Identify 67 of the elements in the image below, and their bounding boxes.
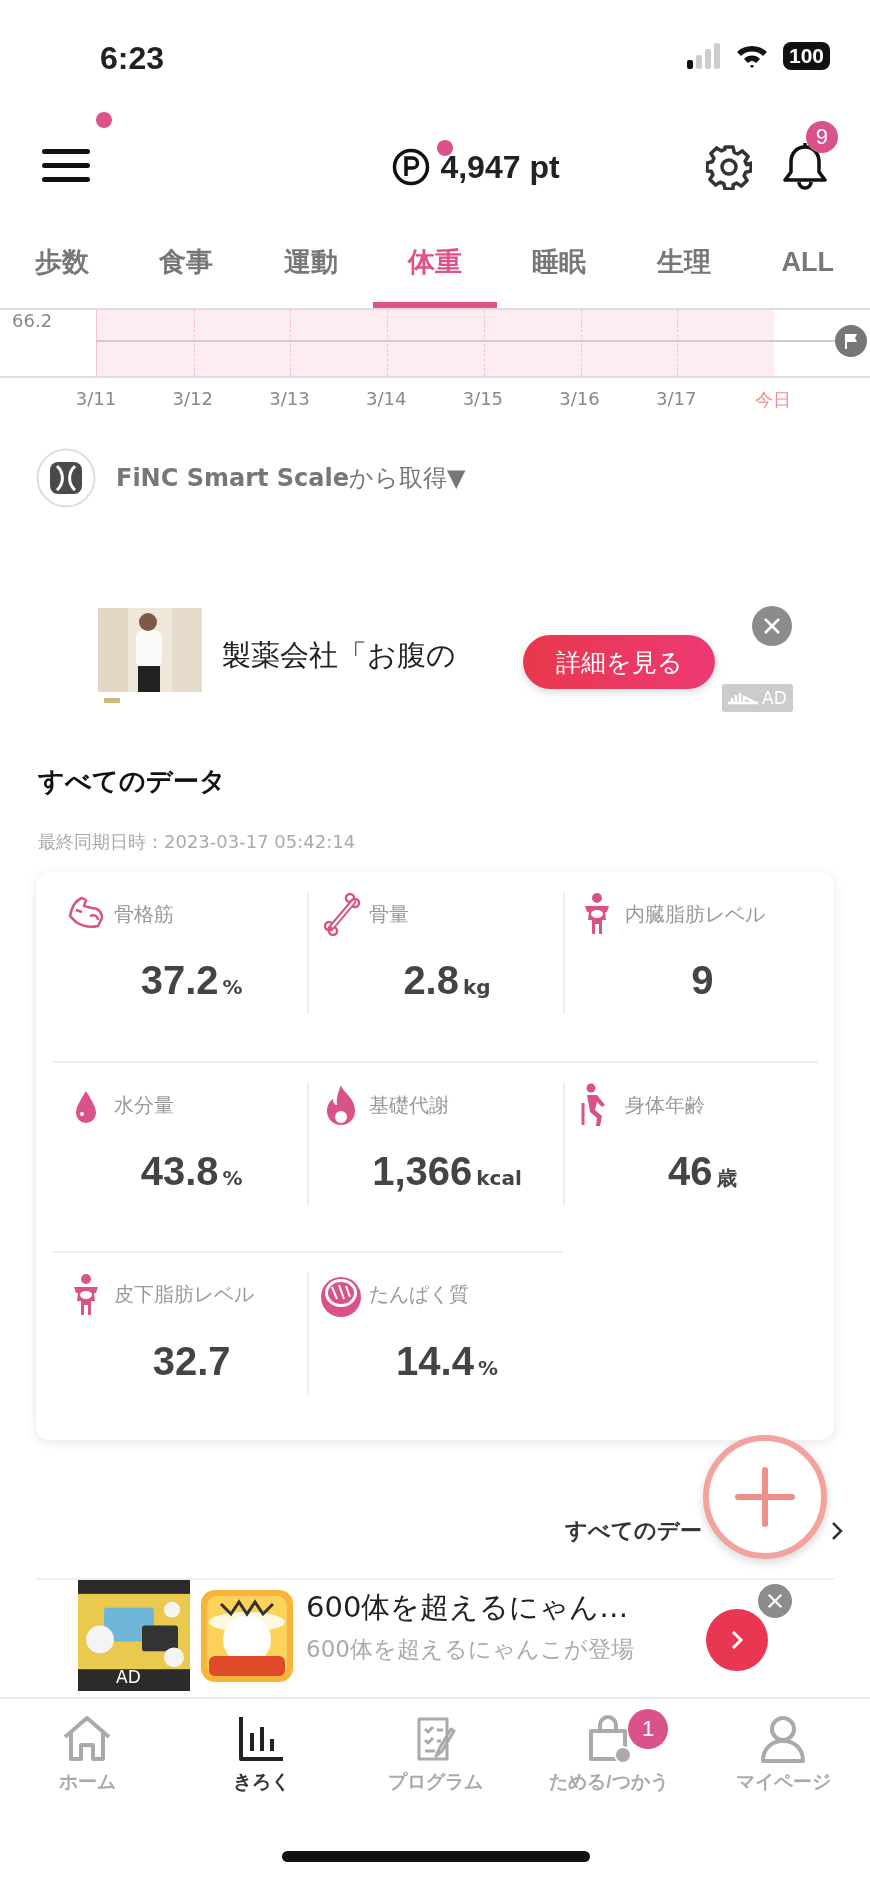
metric-label: 骨格筋 (114, 900, 174, 928)
metric-value: 46 (668, 1149, 713, 1195)
axis-label: 66.2 (12, 310, 53, 331)
details-button[interactable]: 詳細を見る (523, 635, 715, 689)
metric-unit: % (222, 1166, 243, 1191)
date-label: 3/17 (656, 388, 697, 409)
metric-unit: kcal (476, 1166, 522, 1191)
status-time: 6:23 (100, 40, 165, 77)
metric-label: たんぱく質 (369, 1281, 470, 1309)
nav-tab[interactable]: ためる/つかう 1 (522, 1699, 696, 1809)
data-source-selector[interactable]: FiNC Smart Scaleから取得▼ (116, 462, 466, 494)
metric-value: 37.2 (140, 958, 219, 1003)
close-button[interactable] (752, 606, 792, 646)
metric-unit: % (222, 975, 243, 999)
nav-tab[interactable]: きろく (174, 1699, 348, 1809)
metric-value: 1,366 (372, 1149, 473, 1195)
date-label: 3/15 (462, 388, 504, 409)
category-tab[interactable]: 歩数 (0, 222, 125, 308)
date-label: 3/14 (365, 388, 407, 409)
bone-icon (321, 892, 362, 936)
category-tab[interactable]: 睡眠 (497, 222, 622, 308)
metric-label: 基礎代謝 (369, 1091, 450, 1119)
metric-label: 皮下脂肪レベル (114, 1281, 254, 1309)
date-label: 今日 (755, 388, 791, 412)
category-tab[interactable]: 運動 (248, 222, 373, 308)
nav-tab[interactable]: プログラム (348, 1699, 522, 1809)
signal-icon (686, 43, 721, 69)
close-icon (762, 616, 782, 636)
metric-label: 水分量 (114, 1091, 174, 1119)
ad-description: 600体を超えるにゃんこが登場 (306, 1635, 634, 1664)
scale-icon (36, 448, 96, 508)
metric-value: 2.8 (403, 958, 459, 1003)
metric-label: 身体年齢 (624, 1091, 705, 1119)
metric-label: 内臓脂肪レベル (624, 900, 765, 928)
ad-title: 製薬会社「お腹の (222, 637, 456, 674)
points-icon (392, 148, 431, 186)
ad-label: AD (116, 1667, 141, 1687)
notification-badge: 1 (628, 1709, 668, 1749)
metric-unit: kg (463, 975, 491, 999)
settings-icon[interactable] (706, 144, 752, 190)
metric-unit: 歳 (716, 1165, 737, 1193)
battery-level: 100 (782, 42, 830, 70)
metric-value: 32.7 (152, 1338, 231, 1384)
notification-badge: 9 (806, 121, 838, 153)
date-label: 3/11 (75, 388, 117, 409)
nav-tab[interactable]: ホーム (0, 1699, 174, 1809)
last-sync-time: 最終同期日時：2023-03-17 05:42:14 (38, 830, 357, 854)
ad-title: 600体を超えるにゃん… (306, 1589, 630, 1626)
all-data-link[interactable]: すべてのデー (565, 1516, 702, 1546)
close-button[interactable] (758, 1584, 792, 1618)
metric-value: 43.8 (140, 1149, 219, 1195)
category-tab[interactable]: 食事 (124, 222, 249, 308)
category-tab[interactable]: ALL (745, 222, 870, 308)
date-label: 3/12 (172, 388, 213, 409)
metric-label: 骨量 (369, 900, 410, 928)
points-balance[interactable]: 4,947 pt (440, 148, 560, 186)
section-title: すべてのデータ (38, 765, 227, 798)
metric-value: 14.4 (396, 1338, 474, 1384)
category-tab[interactable]: 生理 (621, 222, 746, 308)
nav-tab[interactable]: マイページ (696, 1699, 870, 1809)
close-icon (766, 1592, 784, 1610)
ad-network-icon (728, 691, 758, 705)
chevron-icon[interactable] (830, 1520, 844, 1542)
date-label: 3/16 (559, 388, 600, 409)
metric-value: 9 (691, 958, 714, 1003)
date-label: 3/13 (269, 388, 310, 409)
metric-unit: % (477, 1355, 498, 1380)
